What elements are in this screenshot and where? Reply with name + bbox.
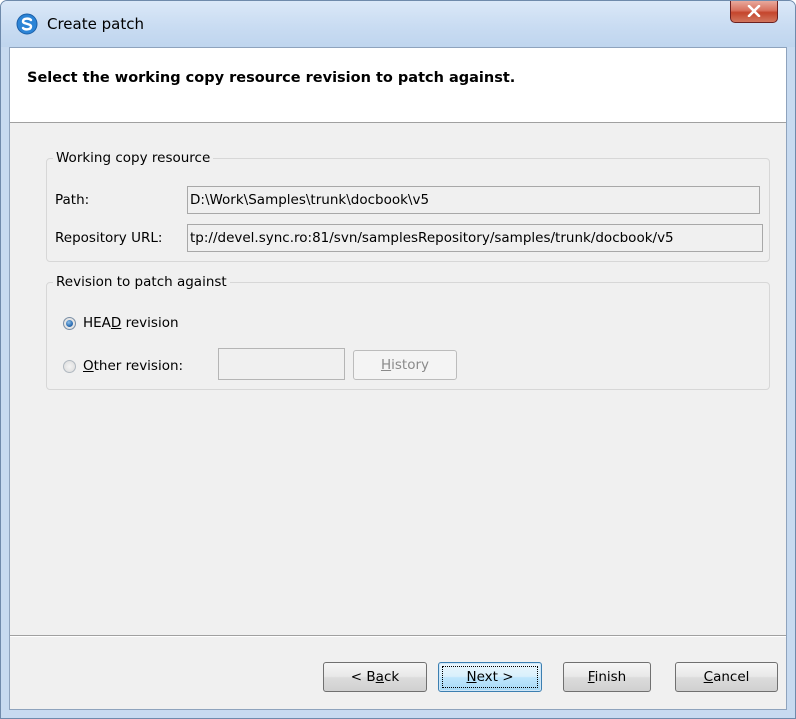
back-label-part: < B: [350, 669, 376, 685]
svn-logo-icon: [16, 13, 38, 35]
history-mnemonic: H: [380, 357, 392, 373]
cancel-label-rest: ancel: [713, 669, 750, 685]
next-button[interactable]: Next >: [438, 662, 542, 692]
finish-mnemonic: F: [587, 669, 595, 685]
other-revision-option[interactable]: Other revision:: [63, 356, 183, 376]
working-copy-legend: Working copy resource: [53, 149, 214, 167]
repository-url-field[interactable]: tp://devel.sync.ro:81/svn/samplesReposit…: [187, 224, 763, 252]
head-revision-option[interactable]: HEAD revision: [63, 313, 179, 333]
finish-label-rest: inish: [594, 669, 627, 685]
title-bar[interactable]: Create patch: [1, 1, 795, 47]
next-label-rest: ext >: [476, 669, 514, 685]
back-mnemonic: a: [375, 669, 384, 685]
other-revision-label-rest: ther revision:: [93, 358, 184, 374]
back-button-label: < Back: [351, 669, 399, 685]
other-revision-radio[interactable]: [63, 359, 76, 373]
head-revision-label: HEAD revision: [83, 315, 179, 331]
cancel-mnemonic: C: [703, 669, 714, 685]
back-button[interactable]: < Back: [323, 662, 427, 692]
head-revision-mnemonic: D: [110, 315, 122, 331]
window-title: Create patch: [47, 15, 144, 33]
head-revision-radio[interactable]: [63, 316, 76, 330]
cancel-button[interactable]: Cancel: [675, 662, 778, 692]
back-label-rest: ck: [383, 669, 400, 685]
history-button[interactable]: History: [353, 350, 457, 380]
finish-button[interactable]: Finish: [563, 662, 651, 692]
header-banner: Select the working copy resource revisio…: [10, 48, 786, 123]
dialog-content: Select the working copy resource revisio…: [9, 47, 787, 710]
repository-url-label: Repository URL:: [55, 230, 163, 246]
footer-divider: [10, 635, 786, 637]
banner-title: Select the working copy resource revisio…: [27, 70, 516, 86]
history-button-label: History: [381, 357, 429, 373]
history-label-rest: istory: [391, 357, 430, 373]
path-label: Path:: [55, 192, 90, 208]
finish-button-label: Finish: [588, 669, 626, 685]
create-patch-dialog: Create patch Select the working copy res…: [0, 0, 796, 719]
cancel-button-label: Cancel: [704, 669, 750, 685]
other-revision-input[interactable]: [218, 348, 345, 380]
close-button[interactable]: [730, 1, 778, 23]
next-button-label: Next >: [466, 669, 513, 685]
path-field[interactable]: D:\Work\Samples\trunk\docbook\v5: [187, 186, 760, 214]
head-revision-label-rest: revision: [121, 315, 179, 331]
close-icon: [747, 5, 761, 17]
next-mnemonic: N: [466, 669, 477, 685]
other-revision-label: Other revision:: [83, 358, 183, 374]
head-revision-label-part: HEA: [83, 315, 111, 331]
revision-legend: Revision to patch against: [53, 273, 230, 291]
other-revision-mnemonic: O: [83, 358, 94, 374]
